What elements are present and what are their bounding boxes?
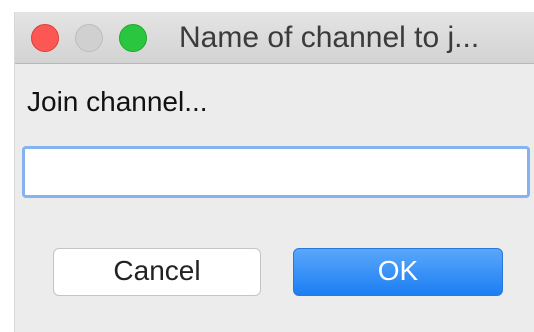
- title-bar[interactable]: Name of channel to j...: [15, 12, 534, 64]
- minimize-window-button: [75, 24, 103, 52]
- prompt-label: Join channel...: [27, 86, 208, 117]
- window-title: Name of channel to j...: [179, 21, 480, 54]
- ok-button[interactable]: OK: [293, 248, 503, 296]
- cancel-button[interactable]: Cancel: [53, 248, 261, 296]
- channel-name-input[interactable]: [22, 146, 530, 198]
- zoom-window-button[interactable]: [119, 24, 147, 52]
- close-window-button[interactable]: [31, 24, 59, 52]
- dialog-window: Name of channel to j... Join channel... …: [14, 12, 534, 332]
